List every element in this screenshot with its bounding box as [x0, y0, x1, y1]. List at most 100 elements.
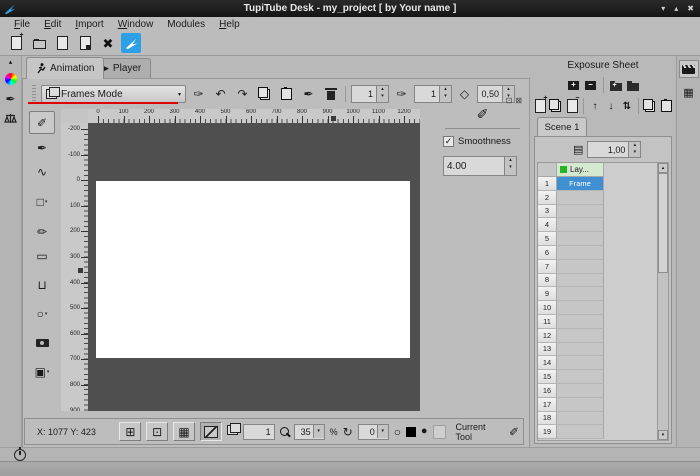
row-number-cell[interactable]: 14 [538, 356, 557, 370]
smoothness-checkbox[interactable]: ✓ [443, 136, 454, 147]
remove-frame-button[interactable]: − [565, 99, 579, 113]
brush-preview-icon[interactable]: ● [421, 426, 428, 437]
action-safe-area-button[interactable]: ⊡ [146, 422, 168, 441]
scroll-down-button[interactable]: ▾ [658, 430, 668, 440]
tool-ink-button[interactable]: ✒ [30, 137, 54, 158]
frame-cell[interactable] [557, 205, 604, 219]
rotation-select[interactable]: 0 ▾ [358, 424, 389, 440]
insert-scene-button[interactable]: + [609, 78, 623, 92]
move-frame-down-button[interactable]: ↓ [604, 99, 618, 113]
color-palette-icon[interactable] [5, 73, 17, 85]
frame-cell[interactable] [557, 232, 604, 246]
tab-animation[interactable]: Animation [26, 57, 104, 79]
frame-cell[interactable] [557, 425, 604, 439]
frame-cell[interactable] [557, 343, 604, 357]
open-project-button[interactable] [29, 33, 49, 53]
undo-button[interactable]: ↶ [211, 85, 230, 104]
frame-cell[interactable] [557, 260, 604, 274]
row-number-cell[interactable]: 8 [538, 274, 557, 288]
horizontal-ruler[interactable]: 0100200300400500600700800900100011001200 [88, 109, 420, 124]
insert-frame-button[interactable]: + [533, 99, 547, 113]
onion-skin-button[interactable] [227, 425, 238, 438]
brushes-icon[interactable]: ✒ [5, 92, 15, 106]
copy-frame-button[interactable] [643, 99, 657, 113]
tool-camera-button[interactable] [30, 332, 54, 353]
frame-cell[interactable] [557, 246, 604, 260]
open-document-button[interactable] [52, 33, 72, 53]
row-number-cell[interactable]: 11 [538, 315, 557, 329]
spin-down-icon[interactable]: ▾ [629, 149, 640, 156]
row-number-cell[interactable]: 19 [538, 425, 557, 439]
menu-item-file[interactable]: File [8, 19, 36, 30]
copy-frame-button[interactable] [255, 85, 274, 104]
row-number-cell[interactable]: 12 [538, 329, 557, 343]
remove-layer-button[interactable]: − [584, 78, 598, 92]
contour-color-swatch[interactable]: ○ [394, 426, 401, 438]
frame-cell[interactable] [557, 370, 604, 384]
tool-pencil-button[interactable]: ✐ [29, 111, 55, 134]
dock-collapse-icon[interactable]: ▴ [9, 58, 13, 66]
remove-scene-button[interactable] [626, 78, 640, 92]
frame-cell[interactable] [557, 315, 604, 329]
menu-item-window[interactable]: Window [112, 19, 160, 30]
frame-cell[interactable] [557, 301, 604, 315]
scroll-up-button[interactable]: ▴ [658, 163, 668, 173]
dense-grid-button[interactable]: ▦ [173, 422, 195, 441]
frame-cell[interactable] [557, 329, 604, 343]
row-number-cell[interactable]: 18 [538, 412, 557, 426]
frame-cell[interactable] [557, 191, 604, 205]
vertical-ruler[interactable]: -200-1000100200300400500600700800900 [61, 123, 89, 411]
show-grid-button[interactable]: ⊞ [119, 422, 141, 441]
menu-item-modules[interactable]: Modules [161, 19, 211, 30]
toolbar-grip[interactable] [32, 85, 36, 103]
undock-panel-icon[interactable]: ⊡ [506, 96, 513, 105]
frame-cell[interactable] [557, 274, 604, 288]
row-number-cell[interactable]: 2 [538, 191, 557, 205]
row-number-cell[interactable]: 16 [538, 384, 557, 398]
spin-up-icon[interactable]: ▴ [503, 86, 514, 93]
frame-cell[interactable] [557, 412, 604, 426]
tool-eraser-button[interactable]: ▭ [30, 245, 54, 266]
paste-frame-button[interactable] [277, 85, 296, 104]
exchange-frame-button[interactable]: ⇅ [620, 99, 634, 113]
frame-cell[interactable] [557, 384, 604, 398]
spin-down-icon[interactable]: ▾ [505, 164, 516, 171]
row-number-cell[interactable]: 3 [538, 205, 557, 219]
frame-cell[interactable] [557, 218, 604, 232]
row-number-cell[interactable]: 4 [538, 218, 557, 232]
layer-header-cell[interactable]: Lay... [557, 163, 604, 177]
layer-opacity-spinner[interactable]: 1,00 ▴▾ [587, 141, 641, 158]
insert-layer-button[interactable]: + [567, 78, 581, 92]
tool-scheme-button[interactable]: ∿ [30, 161, 54, 182]
scenes-dock-button[interactable] [679, 60, 699, 78]
stretch-frames-button[interactable]: ✑ [392, 85, 411, 104]
spin-up-icon[interactable]: ▴ [440, 86, 451, 93]
row-number-cell[interactable]: 1 [538, 177, 557, 191]
scrollbar-thumb[interactable] [658, 173, 668, 273]
table-scrollbar[interactable]: ▴ ▾ [657, 163, 668, 440]
full-screen-button[interactable] [200, 422, 222, 441]
fill-color-swatch[interactable] [406, 427, 416, 437]
drag-frame-button[interactable]: ✒ [299, 85, 318, 104]
paste-frame-button[interactable] [659, 99, 673, 113]
row-number-cell[interactable]: 6 [538, 246, 557, 260]
row-number-cell[interactable]: 17 [538, 398, 557, 412]
exposure-dock-button[interactable]: ▦ [680, 84, 698, 100]
close-panel-icon[interactable]: ⊠ [515, 96, 522, 105]
select-frames-button[interactable]: ✑ [189, 85, 208, 104]
background-color-swatch[interactable] [433, 425, 447, 439]
frame-number-field[interactable]: 1 [243, 424, 275, 440]
row-number-cell[interactable]: 9 [538, 287, 557, 301]
spinner-buttons[interactable]: ▴▾ [376, 86, 388, 102]
frame-cell[interactable] [557, 287, 604, 301]
minimize-button[interactable]: ▾ [661, 4, 665, 13]
row-number-cell[interactable]: 7 [538, 260, 557, 274]
close-project-button[interactable]: ✖ [98, 33, 118, 53]
insert-frames-button[interactable] [549, 99, 563, 113]
zoom-select[interactable]: 35 ▾ [294, 424, 325, 440]
scales-icon[interactable] [4, 113, 17, 125]
spin-up-icon[interactable]: ▴ [377, 86, 388, 93]
tool-fill-button[interactable]: ⊔ [30, 274, 54, 295]
drawing-canvas[interactable] [96, 181, 410, 358]
maximize-button[interactable]: ▴ [674, 4, 678, 13]
